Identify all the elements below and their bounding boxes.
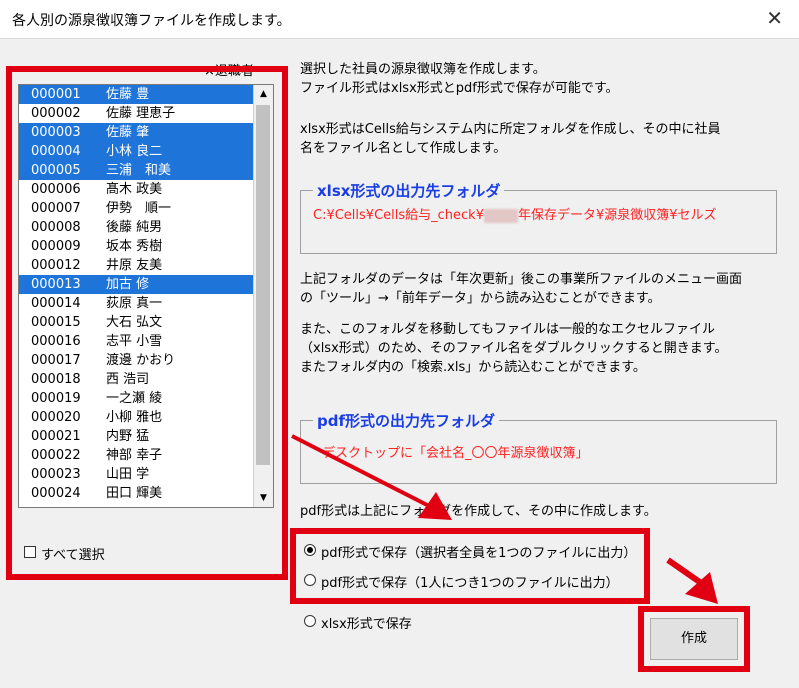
arrow-to-options-head bbox=[418, 492, 452, 520]
arrow-to-options bbox=[291, 434, 434, 510]
arrow-to-button bbox=[666, 557, 706, 588]
annotation-arrows bbox=[291, 434, 718, 604]
